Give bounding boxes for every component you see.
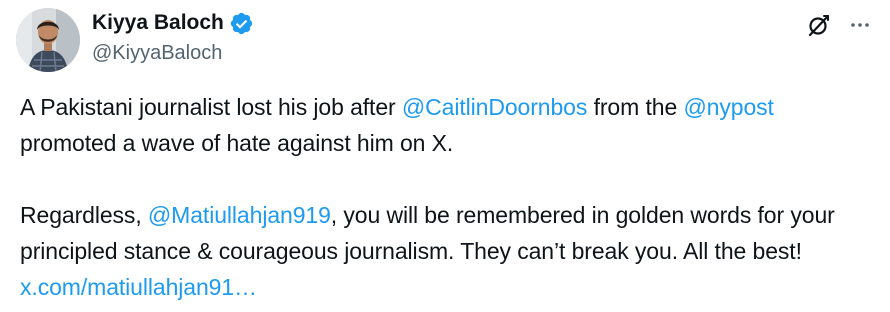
mention-link[interactable]: @nypost [683,94,774,120]
tweet-top-actions [806,12,872,38]
tweet-paragraph-2: Regardless, @Matiullahjan919, you will b… [20,197,870,305]
verified-badge-icon[interactable] [229,11,254,36]
name-row: Kiyya Baloch [92,10,254,36]
text-segment: promoted a wave of hate against him on X… [20,130,454,156]
grok-icon[interactable] [806,12,832,38]
avatar-image [16,8,80,72]
text-segment: A Pakistani journalist lost his job afte… [20,94,402,120]
tweet-paragraph-1: A Pakistani journalist lost his job afte… [20,89,870,161]
text-segment: from the [587,94,684,120]
tweet-text: A Pakistani journalist lost his job afte… [20,89,870,305]
tweet: Kiyya Baloch @KiyyaBaloch A Pakistani jo… [0,0,890,312]
tweet-header: Kiyya Baloch @KiyyaBaloch [92,10,254,67]
author-handle[interactable]: @KiyyaBaloch [92,39,254,67]
avatar[interactable] [16,8,80,72]
mention-link[interactable]: @CaitlinDoornbos [402,94,587,120]
author-display-name[interactable]: Kiyya Baloch [92,10,224,36]
mention-link[interactable]: @Matiullahjan919 [148,202,331,228]
text-segment: Regardless, [20,202,148,228]
url-link[interactable]: x.com/matiullahjan91… [20,274,257,300]
more-horizontal-icon[interactable] [848,13,872,37]
